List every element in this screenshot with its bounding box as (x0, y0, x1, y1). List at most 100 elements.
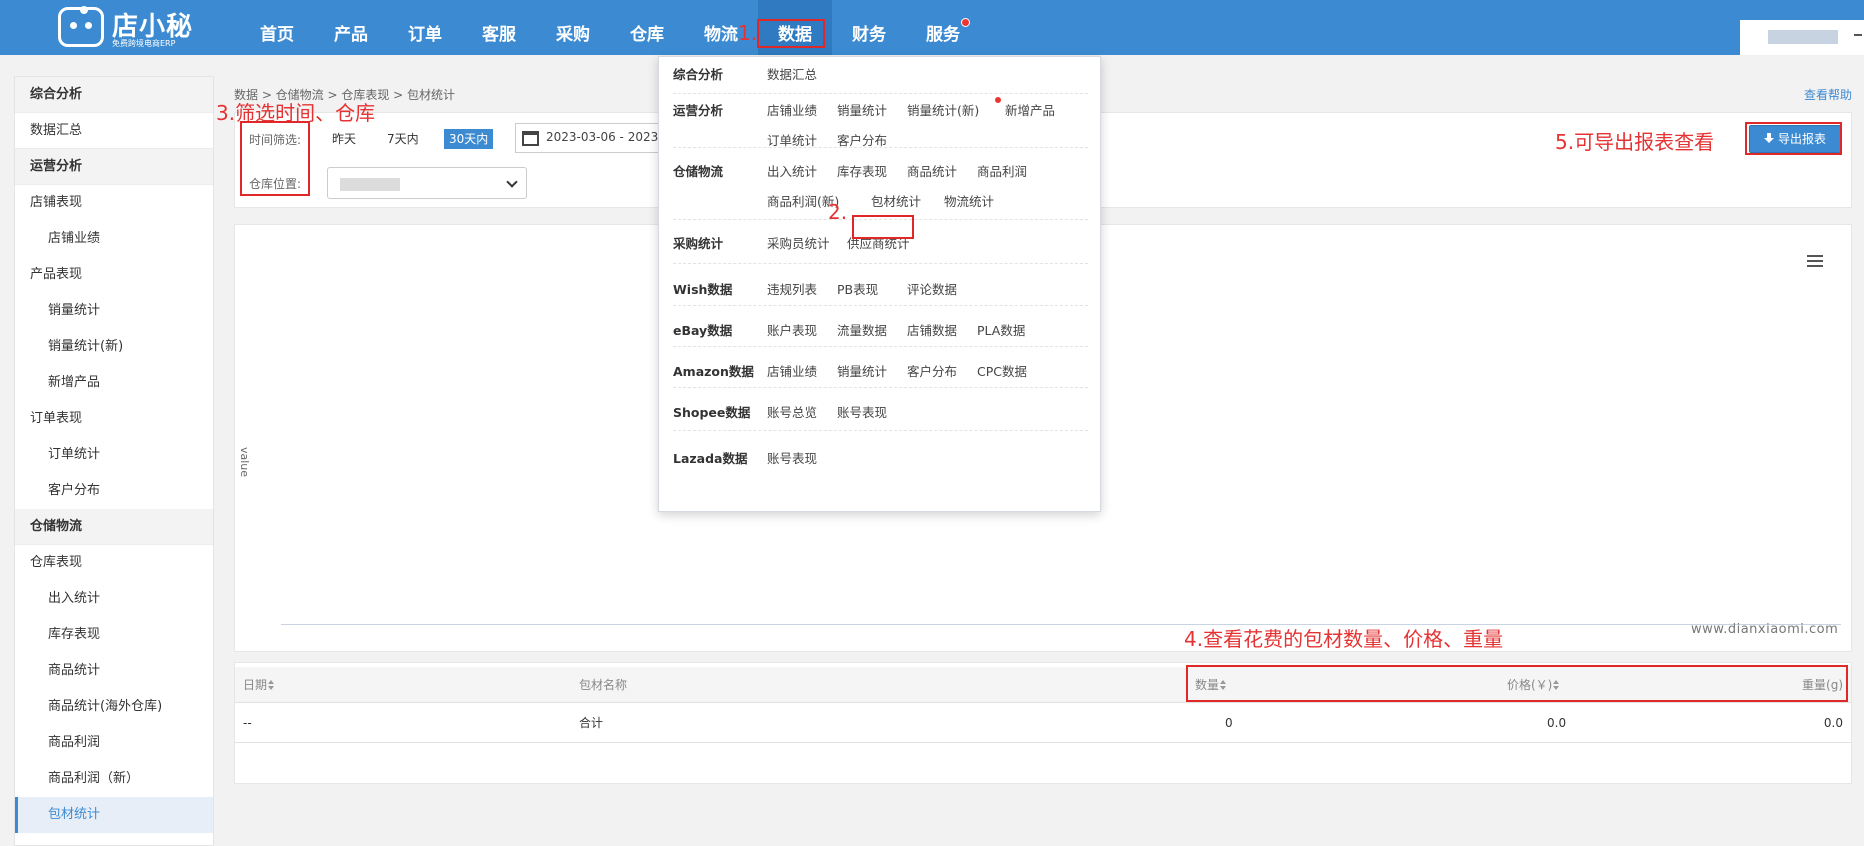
mega-category[interactable]: 采购统计 (673, 233, 723, 252)
nav-home[interactable]: 首页 (240, 0, 314, 55)
sidebar: 综合分析 数据汇总 运营分析 店铺表现 店铺业绩 产品表现 销量统计 销量统计(新) 新增产品订… (14, 76, 214, 846)
sidebar-item[interactable]: 库存表现 (15, 617, 213, 653)
notification-dot-icon (961, 18, 970, 27)
sidebar-item[interactable]: 订单表现 (15, 401, 213, 437)
sidebar-item[interactable]: 商品利润 (15, 725, 213, 761)
dropdown-caret-icon (1854, 34, 1862, 36)
mega-section: Amazon数据 店铺业绩 销量统计 客户分布 CPC数据 (673, 347, 1088, 388)
user-account-menu[interactable] (1740, 20, 1864, 55)
annotation-step-1: 1. (738, 21, 758, 45)
nav-products[interactable]: 产品 (314, 0, 388, 55)
mega-link-packaging-stats[interactable]: 包材统计 (871, 191, 921, 210)
mega-link[interactable]: 账号表现 (837, 402, 887, 421)
mega-section: 仓储物流 出入统计 库存表现 商品统计 商品利润 商品利润(新) 包材统计 物流… (673, 148, 1088, 220)
highlight-box-packaging-stats (852, 215, 914, 239)
mega-category[interactable]: eBay数据 (673, 320, 732, 339)
mega-link[interactable]: 新增产品 (1005, 100, 1055, 119)
mega-link[interactable]: 流量数据 (837, 320, 887, 339)
sidebar-item[interactable]: 数据汇总 (15, 113, 213, 149)
mega-link[interactable]: 账号表现 (767, 448, 817, 467)
sort-icon (268, 680, 275, 690)
mega-link[interactable]: 订单统计 (767, 130, 817, 149)
cell-quantity: 0 (1225, 716, 1233, 730)
sidebar-item[interactable]: 商品统计 (15, 653, 213, 689)
chart-menu-icon[interactable] (1807, 255, 1823, 267)
cell-price: 0.0 (1547, 716, 1567, 730)
col-date[interactable]: 日期 (243, 667, 275, 703)
sidebar-item[interactable]: 销量统计 (15, 293, 213, 329)
sidebar-item[interactable]: 店铺表现 (15, 185, 213, 221)
nav-services[interactable]: 服务 (906, 0, 980, 55)
mega-category[interactable]: Lazada数据 (673, 448, 748, 467)
filter-7-days[interactable]: 7天内 (382, 129, 424, 149)
mega-link[interactable]: 违规列表 (767, 279, 817, 298)
highlight-box-export (1745, 122, 1842, 155)
mega-link[interactable]: 出入统计 (767, 161, 817, 180)
nav-finance[interactable]: 财务 (832, 0, 906, 55)
brand-logo[interactable]: 店小秘 免费跨境电商ERP (58, 5, 248, 49)
mega-link[interactable]: 商品利润 (977, 161, 1027, 180)
warehouse-select[interactable] (327, 167, 527, 199)
sidebar-item[interactable]: 销量统计(新) (15, 329, 213, 365)
sidebar-item[interactable]: 商品利润（新） (15, 761, 213, 797)
mega-category[interactable]: 运营分析 (673, 100, 723, 119)
mega-link[interactable]: PB表现 (837, 279, 878, 298)
nav-warehouse[interactable]: 仓库 (610, 0, 684, 55)
mega-link[interactable]: 店铺业绩 (767, 361, 817, 380)
sidebar-item[interactable]: 仓库表现 (15, 545, 213, 581)
filter-30-days[interactable]: 30天内 (444, 129, 494, 149)
sidebar-item[interactable]: 包材统计 (15, 797, 213, 833)
sidebar-item[interactable]: 店铺业绩 (15, 221, 213, 257)
mega-section: eBay数据 账户表现 流量数据 店铺数据 PLA数据 (673, 306, 1088, 347)
annotation-step-5: 5.可导出报表查看 (1555, 130, 1715, 154)
mega-link[interactable]: 采购员统计 (767, 233, 830, 252)
mega-link[interactable]: 店铺数据 (907, 320, 957, 339)
sidebar-item[interactable]: 出入统计 (15, 581, 213, 617)
nav-orders[interactable]: 订单 (388, 0, 462, 55)
mega-link[interactable]: 数据汇总 (767, 64, 817, 83)
mega-link[interactable]: 客户分布 (837, 130, 887, 149)
help-link[interactable]: 查看帮助 (1804, 86, 1852, 103)
mega-category[interactable]: Amazon数据 (673, 361, 754, 380)
new-badge-dot-icon (995, 97, 1001, 103)
sidebar-item[interactable]: 运营分析 (15, 149, 213, 185)
mega-link[interactable]: 销量统计(新) (907, 100, 979, 119)
top-navbar: 店小秘 免费跨境电商ERP 首页 产品 订单 客服 采购 仓库 物流 数据 财务… (0, 0, 1864, 55)
mega-link[interactable]: 物流统计 (944, 191, 994, 210)
highlight-box-metrics (1186, 665, 1848, 702)
mega-section: Wish数据 违规列表 PB表现 评论数据 (673, 264, 1088, 306)
mega-category[interactable]: Shopee数据 (673, 402, 750, 421)
mega-link[interactable]: 客户分布 (907, 361, 957, 380)
filter-yesterday[interactable]: 昨天 (327, 129, 361, 149)
blurred-username (1768, 30, 1838, 44)
mega-link[interactable]: 账号总览 (767, 402, 817, 421)
main-nav: 首页 产品 订单 客服 采购 仓库 物流 数据 财务 服务 (240, 0, 980, 55)
sidebar-item[interactable]: 产品表现 (15, 257, 213, 293)
nav-customer-service[interactable]: 客服 (462, 0, 536, 55)
date-range-value: 2023-03-06 - 2023-0 (546, 130, 671, 144)
sidebar-item[interactable]: 新增产品 (15, 365, 213, 401)
mega-link[interactable]: 评论数据 (907, 279, 957, 298)
mega-link[interactable]: 账户表现 (767, 320, 817, 339)
cell-weight: 0.0 (1823, 716, 1843, 730)
sidebar-item[interactable]: 商品统计(海外仓库) (15, 689, 213, 725)
sidebar-item[interactable]: 仓储物流 (15, 509, 213, 545)
sidebar-item[interactable]: 综合分析 (15, 77, 213, 113)
annotation-step-4: 4.查看花费的包材数量、价格、重量 (1184, 627, 1504, 651)
mega-category[interactable]: 综合分析 (673, 64, 723, 83)
mega-link[interactable]: 销量统计 (837, 100, 887, 119)
mega-link[interactable]: CPC数据 (977, 361, 1027, 380)
sidebar-item[interactable]: 订单统计 (15, 437, 213, 473)
mega-link[interactable]: 库存表现 (837, 161, 887, 180)
data-mega-menu: 综合分析 数据汇总 运营分析 店铺业绩 销量统计 销量统计(新) 新增产品 订单… (658, 56, 1101, 512)
mega-category[interactable]: Wish数据 (673, 279, 732, 298)
mega-link[interactable]: 商品统计 (907, 161, 957, 180)
highlight-box-nav-data (757, 19, 825, 48)
mega-category[interactable]: 仓储物流 (673, 161, 723, 180)
cell-material-name: 合计 (579, 716, 604, 730)
nav-purchasing[interactable]: 采购 (536, 0, 610, 55)
mega-link[interactable]: 销量统计 (837, 361, 887, 380)
mega-link[interactable]: 店铺业绩 (767, 100, 817, 119)
sidebar-item[interactable]: 客户分布 (15, 473, 213, 509)
mega-link[interactable]: PLA数据 (977, 320, 1025, 339)
